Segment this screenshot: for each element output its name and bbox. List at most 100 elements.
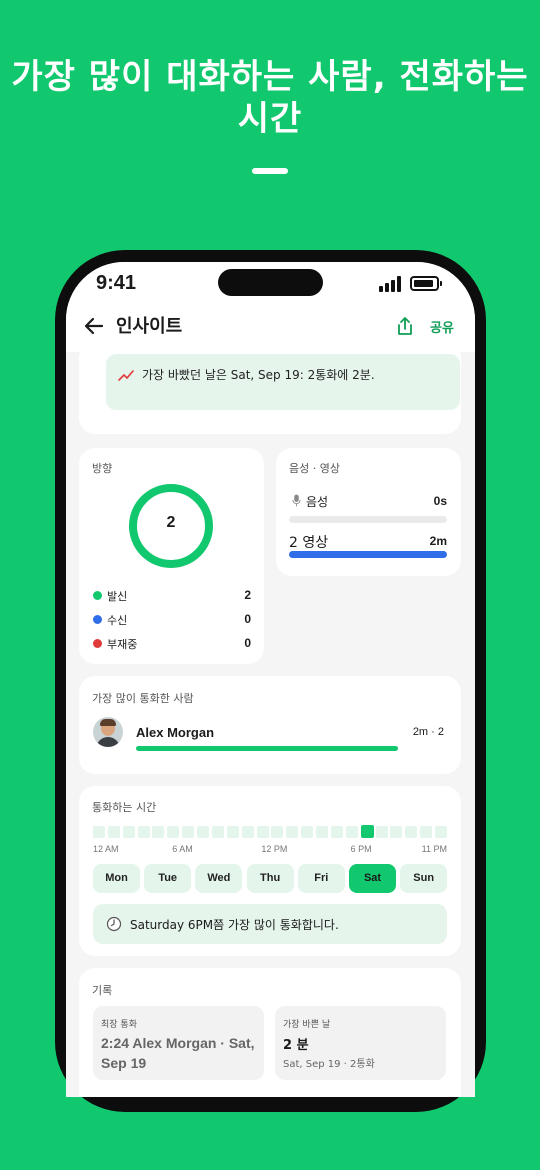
contact-stat: 2m · 2: [412, 726, 444, 738]
headline-divider: [252, 168, 288, 174]
day-tab-sat[interactable]: Sat: [349, 864, 396, 893]
direction-title: 방향: [92, 462, 113, 475]
hour-cell: [167, 826, 180, 838]
call-time-title: 통화하는 시간: [92, 801, 157, 814]
hour-cell: [93, 826, 105, 838]
video-value: 2m: [429, 534, 447, 548]
hour-cell: [137, 826, 150, 838]
hour-cell: [405, 826, 418, 838]
hour-cell: [390, 826, 403, 838]
summary-text: Saturday 6PM쯤 가장 많이 통화합니다.: [130, 918, 339, 932]
direction-card: 방향 2 발신 2 수신 0 부재중 0: [79, 448, 264, 664]
hour-cell: [360, 825, 374, 838]
video-label: 2 영상: [289, 535, 329, 551]
legend-value: 0: [244, 636, 251, 650]
promo-headline-line1: 가장 많이 대화하는 사람, 전화하는: [11, 57, 529, 97]
day-tab-tue[interactable]: Tue: [144, 864, 192, 893]
busiest-day-box: 가장 바쁜 날 2 분 Sat, Sep 19 · 2통화: [275, 1006, 446, 1080]
top-contact-card: 가장 많이 통화한 사람 Alex Morgan 2m · 2: [79, 676, 461, 774]
media-card: 음성 · 영상 음성 0s 2 영상 2m: [276, 448, 461, 576]
hour-cell: [211, 826, 224, 838]
legend-value: 2: [244, 588, 251, 602]
hour-cell: [375, 826, 388, 838]
hour-cell: [197, 826, 210, 838]
direction-total: 2: [166, 514, 176, 531]
incoming-dot: [93, 615, 102, 624]
hour-tick-label: 12 AM: [93, 844, 119, 854]
longest-call-label: 최장 통화: [101, 1020, 137, 1030]
video-bar: [289, 551, 447, 558]
status-time: 9:41: [96, 272, 137, 294]
contact-track: [136, 746, 398, 751]
signal-icon: [379, 276, 403, 292]
day-tab-thu[interactable]: Thu: [246, 864, 294, 893]
hour-cell: [301, 826, 314, 838]
hour-heatmap: [93, 825, 447, 839]
hour-cell: [316, 826, 329, 838]
hour-ticks: 12 AM 6 AM 12 PM 6 PM 11 PM: [93, 844, 447, 856]
records-card: 기록 최장 통화 2:24 Alex Morgan · Sat, Sep 19 …: [79, 968, 461, 1097]
contact-bar: [136, 746, 398, 751]
day-selector: Mon Tue Wed Thu Fri Sat Sun: [93, 864, 448, 894]
hour-tick-label: 6 PM: [350, 844, 372, 854]
hour-tick-label: 6 AM: [172, 844, 193, 854]
longest-call-box: 최장 통화 2:24 Alex Morgan · Sat, Sep 19: [93, 1006, 264, 1080]
hour-cell: [256, 826, 269, 838]
share-icon[interactable]: [396, 316, 414, 336]
voice-track: [289, 516, 447, 523]
day-tab-fri[interactable]: Fri: [297, 864, 345, 893]
contact-name[interactable]: Alex Morgan: [136, 725, 214, 740]
hour-cell: [241, 826, 254, 838]
phone-screen: 9:41 인사이트 공유 가장 바빴던 날은 Sat, Sep 19: 2통화에…: [66, 262, 475, 1097]
hour-cell: [152, 826, 165, 838]
outgoing-dot: [93, 591, 102, 600]
page-title: 인사이트: [116, 316, 183, 337]
legend-row-missed: 부재중 0: [93, 635, 251, 653]
battery-icon: [410, 276, 442, 291]
direction-donut: 2: [129, 484, 213, 568]
hour-cell: [182, 826, 195, 838]
call-time-card: 통화하는 시간 12 AM 6 AM 12 PM 6 PM 11 PM Mon Tue We…: [79, 786, 461, 956]
media-title: 음성 · 영상: [289, 462, 340, 475]
hour-tick-label: 11 PM: [421, 844, 447, 854]
hour-cell: [330, 826, 343, 838]
hour-tick-label: 12 PM: [261, 844, 288, 854]
longest-call-value: 2:24 Alex Morgan · Sat, Sep 19: [101, 1035, 255, 1071]
insight-card: 가장 바빴던 날은 Sat, Sep 19: 2통화에 2분.: [79, 352, 461, 434]
hour-cell: [420, 826, 433, 838]
legend-row-outgoing: 발신 2: [93, 587, 251, 605]
video-track: [289, 551, 447, 558]
insight-banner: 가장 바빴던 날은 Sat, Sep 19: 2통화에 2분.: [106, 354, 460, 410]
microphone-icon: [292, 494, 301, 507]
top-contact-title: 가장 많이 통화한 사람: [92, 692, 194, 705]
legend-label: 발신: [107, 590, 128, 603]
contact-avatar: [93, 717, 123, 747]
hour-cell: [286, 826, 299, 838]
dynamic-island: [218, 269, 323, 296]
day-tab-wed[interactable]: Wed: [195, 864, 243, 893]
promo-headline-line2: 시간: [237, 99, 303, 139]
app-bar: 인사이트 공유: [66, 302, 475, 352]
day-tab-sun[interactable]: Sun: [400, 864, 448, 893]
share-button[interactable]: 공유: [430, 317, 454, 336]
busiest-day-sub: Sat, Sep 19 · 2통화: [283, 1059, 375, 1070]
hour-cell: [345, 826, 358, 838]
promo-headline: 가장 많이 대화하는 사람, 전화하는 시간: [0, 56, 540, 140]
busiest-day-label: 가장 바쁜 날: [283, 1020, 331, 1030]
legend-row-incoming: 수신 0: [93, 611, 251, 629]
insights-content: 가장 바빴던 날은 Sat, Sep 19: 2통화에 2분. 방향 2 발신 …: [66, 352, 475, 1097]
back-arrow-icon[interactable]: [82, 314, 106, 338]
legend-value: 0: [244, 612, 251, 626]
call-time-summary: Saturday 6PM쯤 가장 많이 통화합니다.: [93, 904, 447, 944]
trend-up-icon: [118, 370, 134, 381]
day-tab-mon[interactable]: Mon: [93, 864, 140, 893]
missed-dot: [93, 639, 102, 648]
voice-label: 음성: [306, 495, 329, 509]
clock-icon: [106, 916, 122, 932]
legend-label: 부재중: [107, 638, 138, 651]
hour-cell: [122, 826, 135, 838]
voice-value: 0s: [433, 494, 447, 508]
insight-text: 가장 바빴던 날은 Sat, Sep 19: 2통화에 2분.: [142, 368, 375, 382]
legend-label: 수신: [107, 614, 128, 627]
hour-cell: [271, 826, 284, 838]
